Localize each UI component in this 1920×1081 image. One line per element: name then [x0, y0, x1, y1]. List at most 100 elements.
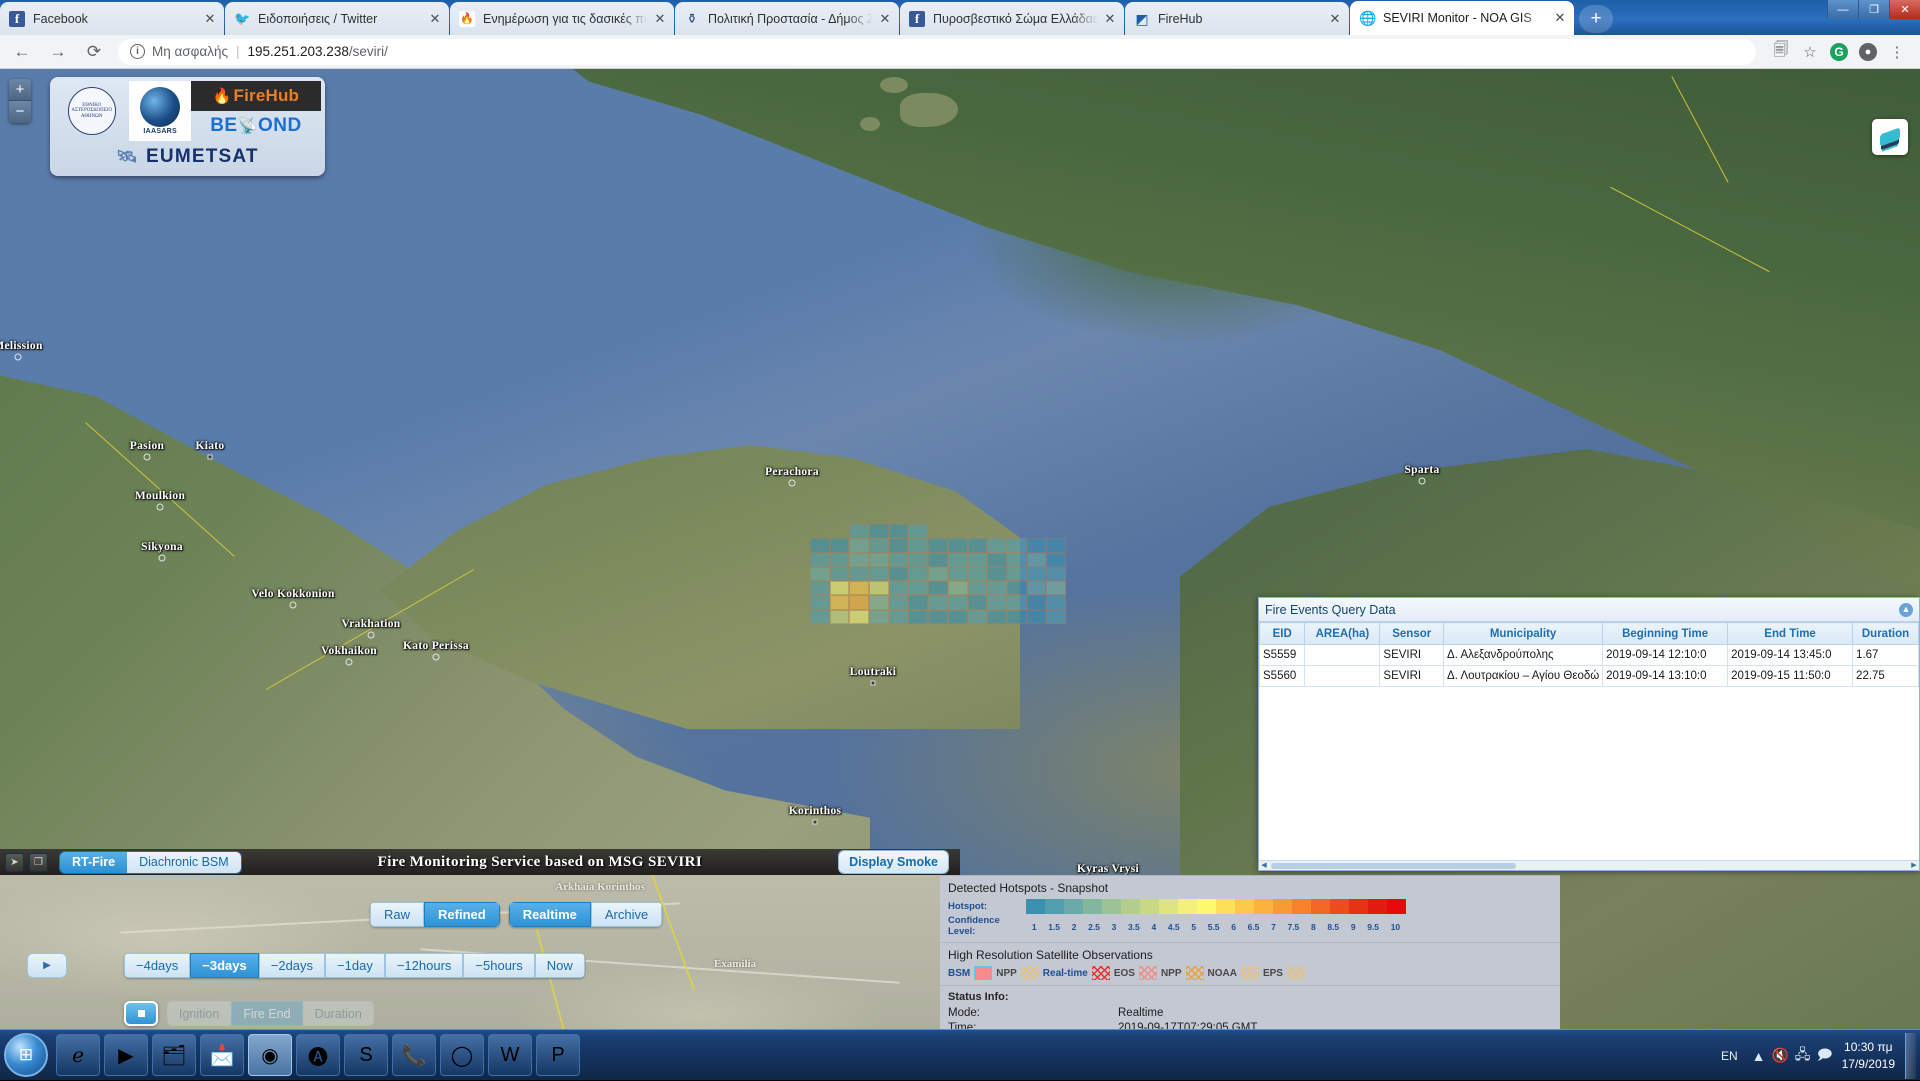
highres-label-eps[interactable]: EPS: [1263, 968, 1283, 979]
column-header-end-time[interactable]: End Time: [1727, 622, 1854, 645]
map-place-marker[interactable]: [14, 353, 22, 361]
highres-label-eos[interactable]: EOS: [1114, 968, 1135, 979]
hotspot-cell[interactable]: [928, 609, 948, 624]
time-button-2days[interactable]: −2days: [258, 953, 326, 978]
hotspot-cell[interactable]: [829, 609, 850, 624]
address-bar[interactable]: i Μη ασφαλής | 195.251.203.238/seviri/: [118, 38, 1756, 65]
time-button-5hours[interactable]: −5hours: [463, 953, 535, 978]
hotspot-cell[interactable]: [967, 609, 988, 624]
hotspot-cell[interactable]: [987, 581, 1007, 596]
hotspot-cell[interactable]: [947, 595, 968, 610]
show-desktop-button[interactable]: [1905, 1032, 1916, 1079]
hotspot-cell[interactable]: [1026, 609, 1047, 624]
browser-tab[interactable]: ◩ FireHub ✕: [1125, 2, 1349, 35]
close-icon[interactable]: ✕: [1552, 10, 1568, 26]
hotspot-cell[interactable]: [849, 581, 870, 596]
display-smoke-button[interactable]: Display Smoke: [839, 851, 948, 873]
hotspot-cell[interactable]: [1046, 538, 1066, 553]
hotspot-cell[interactable]: [1026, 552, 1047, 567]
hotspot-cell[interactable]: [888, 538, 909, 553]
hotspot-cell[interactable]: [928, 552, 948, 567]
map-place-marker[interactable]: [1418, 477, 1426, 485]
hotspot-cell[interactable]: [849, 524, 870, 539]
reload-button[interactable]: ⟳: [80, 38, 108, 66]
hotspot-cell[interactable]: [908, 595, 929, 610]
hotspot-cell[interactable]: [888, 524, 909, 539]
hotspot-cell[interactable]: [1026, 595, 1047, 610]
column-header-duration[interactable]: Duration: [1852, 622, 1919, 645]
action-center-icon[interactable]: 🗩: [1814, 1045, 1836, 1067]
hotspot-cell[interactable]: [1027, 524, 1047, 538]
mode-button-diachronic-bsm[interactable]: Diachronic BSM: [127, 851, 241, 873]
product-button-refined[interactable]: Refined: [424, 902, 500, 927]
hotspot-cell[interactable]: [967, 552, 988, 567]
hotspot-cell[interactable]: [869, 524, 889, 539]
highres-label-noaa[interactable]: NOAA: [1208, 968, 1237, 979]
close-window-button[interactable]: ✕: [1889, 0, 1920, 19]
time-button-4days[interactable]: −4days: [124, 953, 191, 978]
mode-button-archive[interactable]: Archive: [590, 902, 663, 927]
scrollbar-thumb[interactable]: [1271, 863, 1516, 869]
hotspot-cell[interactable]: [869, 566, 889, 582]
hotspot-cell[interactable]: [948, 524, 968, 538]
hotspot-cell[interactable]: [967, 581, 988, 596]
map-place-marker[interactable]: [870, 680, 876, 686]
hotspot-cell[interactable]: [830, 524, 850, 538]
column-header-sensor[interactable]: Sensor: [1379, 622, 1445, 645]
hotspot-cell[interactable]: [947, 538, 968, 553]
map-place-marker[interactable]: [156, 503, 164, 511]
highres-label-npp[interactable]: NPP: [1161, 968, 1182, 979]
taskbar-clock[interactable]: 10:30 πμ 17/9/2019: [1842, 1039, 1895, 1071]
translate-icon[interactable]: 🗐: [1767, 38, 1795, 66]
hotspot-cell[interactable]: [1006, 566, 1027, 582]
attribute-button-ignition[interactable]: Ignition: [167, 1001, 232, 1026]
close-icon[interactable]: ✕: [427, 11, 443, 27]
hotspot-cell[interactable]: [888, 609, 909, 624]
hotspot-cell[interactable]: [888, 566, 909, 582]
language-indicator[interactable]: EN: [1721, 1049, 1738, 1063]
hotspot-cell[interactable]: [928, 524, 948, 538]
hotspot-cell[interactable]: [1006, 595, 1027, 610]
outlook-icon[interactable]: 📩: [200, 1034, 244, 1076]
browser-tab[interactable]: f Πυροσβεστικό Σώμα Ελλάδας - Η ✕: [900, 2, 1124, 35]
attribute-button-fireend[interactable]: Fire End: [231, 1001, 303, 1026]
hotspot-cell[interactable]: [1046, 552, 1066, 567]
hotspot-cell[interactable]: [1006, 609, 1027, 624]
horizontal-scrollbar[interactable]: ◀ ▶: [1259, 860, 1919, 870]
minimize-button[interactable]: —: [1827, 0, 1858, 19]
network-error-icon[interactable]: 🖧: [1792, 1045, 1814, 1067]
browser-tab-active[interactable]: 🌐 SEVIRI Monitor - NOA GIS ✕: [1350, 1, 1574, 35]
close-icon[interactable]: ✕: [877, 11, 893, 27]
hotspot-cell[interactable]: [947, 552, 968, 567]
browser-tab[interactable]: 🐦 Ειδοποιήσεις / Twitter ✕: [225, 2, 449, 35]
hotspot-cell[interactable]: [810, 609, 830, 624]
hotspot-cell[interactable]: [1006, 581, 1027, 596]
hotspot-cell[interactable]: [810, 595, 830, 610]
cursor-arrow-icon[interactable]: ➤: [5, 852, 24, 872]
product-button-raw[interactable]: Raw: [370, 902, 425, 927]
hotspot-cell[interactable]: [849, 595, 870, 610]
map-place-marker[interactable]: [432, 653, 440, 661]
browser-tab[interactable]: Ενημέρωση για τις δασικές πυρκ ✕: [450, 2, 674, 35]
zoom-out-button[interactable]: −: [9, 101, 31, 123]
map-place-marker[interactable]: [289, 601, 297, 609]
hotspot-cell[interactable]: [1026, 538, 1047, 553]
powerpoint-icon[interactable]: P: [536, 1034, 580, 1076]
volume-muted-icon[interactable]: 🔇: [1770, 1045, 1792, 1067]
map-place-marker[interactable]: [158, 554, 166, 562]
hotspot-cell[interactable]: [1046, 524, 1066, 538]
chevron-left-icon[interactable]: ◀: [1259, 861, 1269, 871]
hotspot-grid-overlay[interactable]: [810, 524, 1066, 624]
avast-icon[interactable]: ◯: [440, 1034, 484, 1076]
hotspot-cell[interactable]: [987, 552, 1007, 567]
map-place-marker[interactable]: [367, 631, 375, 639]
layers-icon[interactable]: [1872, 119, 1908, 155]
browser-tab[interactable]: ⚱ Πολιτική Προστασία - Δήμος Ζα ✕: [675, 2, 899, 35]
hotspot-cell[interactable]: [869, 609, 889, 624]
hotspot-cell[interactable]: [869, 595, 889, 610]
hotspot-cell[interactable]: [908, 609, 929, 624]
hotspot-cell[interactable]: [908, 524, 929, 539]
info-circle-icon[interactable]: i: [130, 44, 145, 59]
hotspot-cell[interactable]: [869, 538, 889, 553]
close-icon[interactable]: ✕: [202, 11, 218, 27]
